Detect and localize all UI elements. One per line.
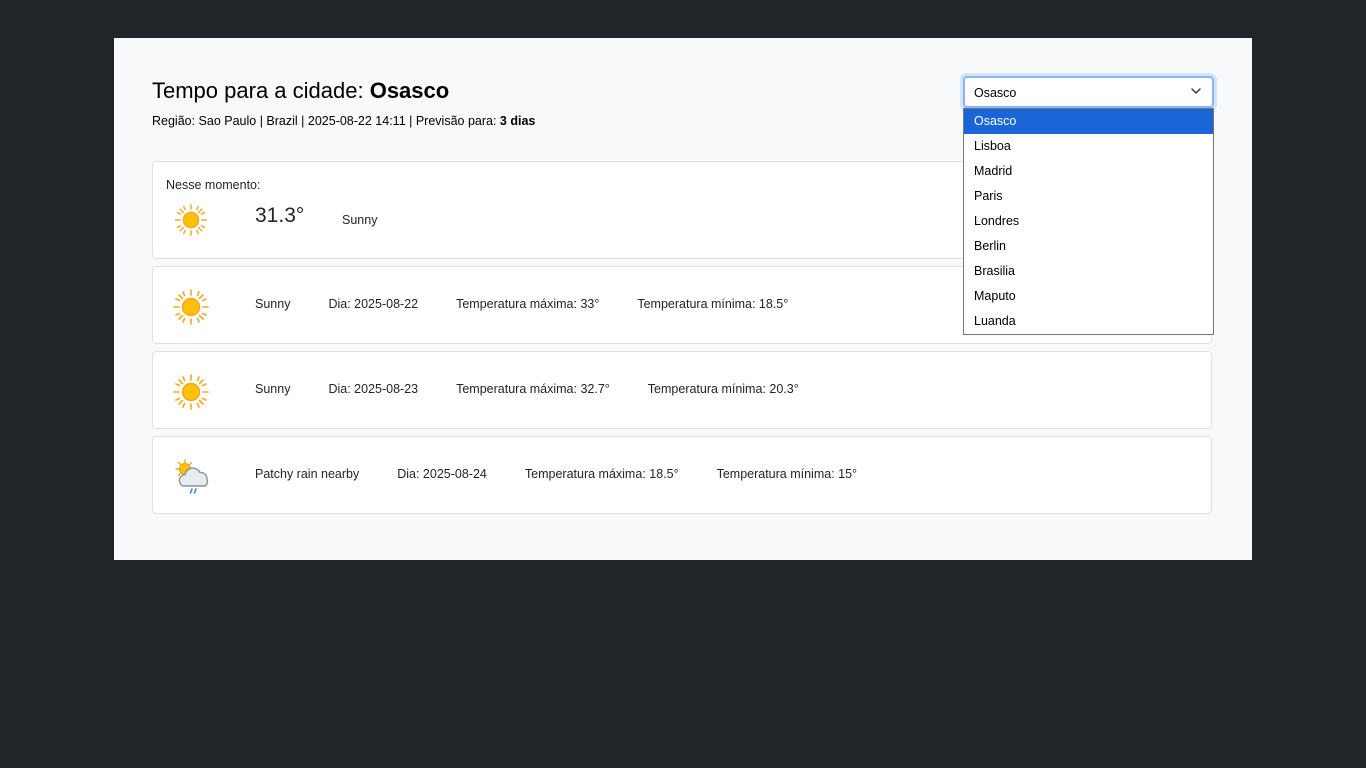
city-option-berlin[interactable]: Berlin xyxy=(964,234,1213,259)
forecast-max-temp: Temperatura máxima: 32.7° xyxy=(456,382,610,396)
sun-icon xyxy=(174,203,208,237)
city-option-madrid[interactable]: Madrid xyxy=(964,159,1213,184)
chevron-down-icon xyxy=(1191,88,1201,94)
city-select-value: Osasco xyxy=(974,86,1017,100)
location-meta: Região: Sao Paulo | Brazil | 2025-08-22 … xyxy=(152,113,535,129)
forecast-max-temp: Temperatura máxima: 18.5° xyxy=(524,467,679,481)
current-condition: Sunny xyxy=(342,213,378,227)
city-option-luanda[interactable]: Luanda xyxy=(964,309,1213,334)
page-title: Tempo para a cidade: Osasco xyxy=(152,78,535,104)
forecast-max-temp: Temperatura máxima: 33° xyxy=(456,297,600,311)
forecast-date: Dia: 2025-08-24 xyxy=(397,467,487,481)
city-option-londres[interactable]: Londres xyxy=(964,209,1213,234)
forecast-min-temp: Temperatura mínima: 18.5° xyxy=(637,297,789,311)
forecast-card-day-2: Sunny Dia: 2025-08-23 Temperatura máxima… xyxy=(152,351,1212,429)
forecast-condition: Sunny xyxy=(255,382,291,396)
city-name: Osasco xyxy=(369,78,450,103)
forecast-min-temp: Temperatura mínima: 15° xyxy=(716,467,858,481)
page-header: Tempo para a cidade: Osasco Região: Sao … xyxy=(152,78,535,129)
sun-icon xyxy=(173,289,209,325)
weather-panel: Tempo para a cidade: Osasco Região: Sao … xyxy=(114,38,1252,560)
forecast-date: Dia: 2025-08-22 xyxy=(328,297,419,311)
forecast-days: 3 dias xyxy=(499,114,536,128)
city-option-maputo[interactable]: Maputo xyxy=(964,284,1213,309)
city-option-brasilia[interactable]: Brasilia xyxy=(964,259,1213,284)
current-temperature: 31.3° xyxy=(255,204,305,227)
forecast-row: Sunny Dia: 2025-08-23 Temperatura máxima… xyxy=(255,382,799,396)
forecast-min-temp: Temperatura mínima: 20.3° xyxy=(647,382,799,396)
region-date-info: Região: Sao Paulo | Brazil | 2025-08-22 … xyxy=(152,114,500,128)
city-option-lisboa[interactable]: Lisboa xyxy=(964,134,1213,159)
forecast-row: Sunny Dia: 2025-08-22 Temperatura máxima… xyxy=(255,297,788,311)
current-label: Nesse momento: xyxy=(166,178,261,192)
forecast-condition: Sunny xyxy=(255,297,291,311)
city-select[interactable]: Osasco xyxy=(963,76,1214,108)
patchy-rain-icon xyxy=(175,459,209,494)
forecast-date: Dia: 2025-08-23 xyxy=(328,382,419,396)
title-prefix: Tempo para a cidade: xyxy=(152,78,370,103)
forecast-condition: Patchy rain nearby xyxy=(255,467,360,481)
city-option-osasco[interactable]: Osasco xyxy=(964,109,1213,134)
forecast-row: Patchy rain nearby Dia: 2025-08-24 Tempe… xyxy=(255,467,857,481)
city-dropdown-list: Osasco Lisboa Madrid Paris Londres Berli… xyxy=(963,108,1214,335)
forecast-card-day-3: Patchy rain nearby Dia: 2025-08-24 Tempe… xyxy=(152,436,1212,514)
sun-icon xyxy=(173,374,209,410)
city-option-paris[interactable]: Paris xyxy=(964,184,1213,209)
